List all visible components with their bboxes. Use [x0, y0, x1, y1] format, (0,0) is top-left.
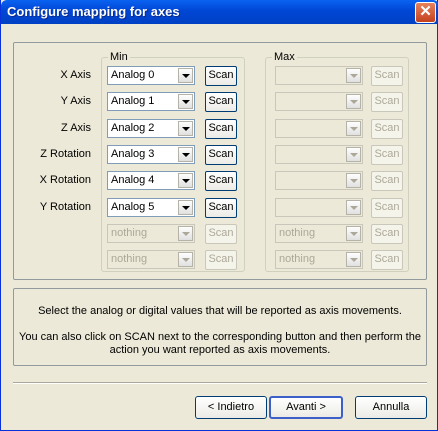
chevron-down-icon[interactable] — [178, 94, 193, 109]
chevron-down-icon — [346, 226, 361, 241]
min-scan-button: Scan — [205, 250, 237, 270]
axis-label: Z Axis — [61, 122, 91, 134]
chevron-down-icon — [178, 252, 193, 267]
min-scan-button[interactable]: Scan — [205, 171, 237, 191]
axis-label: Z Rotation — [40, 148, 91, 160]
max-select: nothing — [275, 250, 363, 269]
info-text-line1: Select the analog or digital values that… — [38, 305, 402, 317]
max-select — [275, 198, 363, 217]
min-select-value: Analog 1 — [111, 95, 155, 107]
chevron-down-icon[interactable] — [178, 200, 193, 215]
chevron-down-icon[interactable] — [178, 121, 193, 136]
max-select — [275, 145, 363, 164]
axis-label: Y Rotation — [39, 201, 91, 213]
max-select-value: nothing — [279, 227, 316, 239]
min-select-value: nothing — [111, 253, 148, 265]
max-select-value: nothing — [279, 253, 316, 265]
max-select — [275, 92, 363, 111]
min-select[interactable]: Analog 0 — [107, 66, 195, 85]
chevron-down-icon — [178, 226, 193, 241]
min-scan-button[interactable]: Scan — [205, 119, 237, 139]
chevron-down-icon — [346, 173, 361, 188]
axis-label: Y Axis — [60, 95, 91, 107]
chevron-down-icon — [346, 147, 361, 162]
chevron-down-icon — [346, 200, 361, 215]
min-select: nothing — [107, 250, 195, 269]
min-scan-button[interactable]: Scan — [205, 92, 237, 112]
min-select[interactable]: Analog 2 — [107, 119, 195, 138]
chevron-down-icon — [346, 94, 361, 109]
min-select-value: nothing — [111, 227, 148, 239]
max-scan-button: Scan — [371, 66, 403, 86]
info-text-line2: You can also click on SCAN next to the c… — [19, 331, 421, 356]
next-button[interactable]: Avanti > — [269, 396, 343, 419]
back-button[interactable]: < Indietro — [195, 396, 267, 419]
max-select: nothing — [275, 224, 363, 243]
window-title: Configure mapping for axes — [7, 4, 180, 19]
min-select-value: Analog 0 — [111, 69, 155, 81]
min-select-value: Analog 3 — [111, 148, 155, 160]
min-select[interactable]: Analog 3 — [107, 145, 195, 164]
min-select[interactable]: Analog 5 — [107, 198, 195, 217]
max-scan-button: Scan — [371, 92, 403, 112]
max-scan-button: Scan — [371, 145, 403, 165]
max-scan-button: Scan — [371, 224, 403, 244]
axis-label: X Rotation — [39, 174, 91, 186]
min-select[interactable]: Analog 4 — [107, 171, 195, 190]
min-select[interactable]: Analog 1 — [107, 92, 195, 111]
min-select: nothing — [107, 224, 195, 243]
max-select — [275, 119, 363, 138]
max-select — [275, 66, 363, 85]
cancel-button[interactable]: Annulla — [355, 396, 427, 419]
min-select-value: Analog 2 — [111, 122, 155, 134]
chevron-down-icon[interactable] — [178, 173, 193, 188]
chevron-down-icon — [346, 68, 361, 83]
title-bar[interactable]: Configure mapping for axes ✕ — [1, 0, 438, 24]
chevron-down-icon — [346, 252, 361, 267]
min-scan-button: Scan — [205, 224, 237, 244]
max-scan-button: Scan — [371, 171, 403, 191]
min-scan-button[interactable]: Scan — [205, 145, 237, 165]
chevron-down-icon[interactable] — [178, 147, 193, 162]
dialog-window: Configure mapping for axes ✕ Min Max X A… — [0, 0, 438, 431]
min-group-label: Min — [108, 51, 130, 63]
min-select-value: Analog 4 — [111, 174, 155, 186]
axis-label: X Axis — [60, 69, 91, 81]
max-scan-button: Scan — [371, 250, 403, 270]
min-scan-button[interactable]: Scan — [205, 198, 237, 218]
max-scan-button: Scan — [371, 119, 403, 139]
chevron-down-icon[interactable] — [178, 68, 193, 83]
min-scan-button[interactable]: Scan — [205, 66, 237, 86]
max-group-label: Max — [272, 51, 297, 63]
close-button[interactable]: ✕ — [415, 2, 436, 23]
min-select-value: Analog 5 — [111, 201, 155, 213]
max-scan-button: Scan — [371, 198, 403, 218]
chevron-down-icon — [346, 121, 361, 136]
max-select — [275, 171, 363, 190]
separator — [13, 382, 427, 384]
